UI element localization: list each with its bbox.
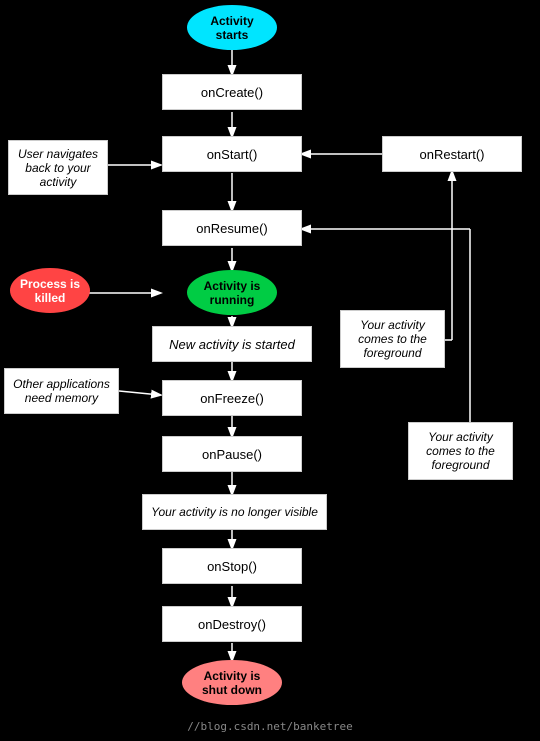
user-navigates-node: User navigates back to your activity	[8, 140, 108, 195]
foreground2-node: Your activity comes to the foreground	[408, 422, 513, 480]
oncreate-node: onCreate()	[162, 74, 302, 110]
onresume-node: onResume()	[162, 210, 302, 246]
foreground1-node: Your activity comes to the foreground	[340, 310, 445, 368]
new-activity-started-node: New activity is started	[152, 326, 312, 362]
no-longer-visible-node: Your activity is no longer visible	[142, 494, 327, 530]
ondestroy-node: onDestroy()	[162, 606, 302, 642]
process-killed-node: Process is killed	[10, 268, 90, 313]
onfreeze-node: onFreeze()	[162, 380, 302, 416]
onpause-node: onPause()	[162, 436, 302, 472]
other-apps-node: Other applications need memory	[4, 368, 119, 414]
watermark: //blog.csdn.net/banketree	[187, 720, 353, 733]
activity-starts-node: Activity starts	[187, 5, 277, 50]
onstart-node: onStart()	[162, 136, 302, 172]
activity-running-node: Activity is running	[187, 270, 277, 315]
activity-shutdown-node: Activity is shut down	[182, 660, 282, 705]
onrestart-node: onRestart()	[382, 136, 522, 172]
onstop-node: onStop()	[162, 548, 302, 584]
